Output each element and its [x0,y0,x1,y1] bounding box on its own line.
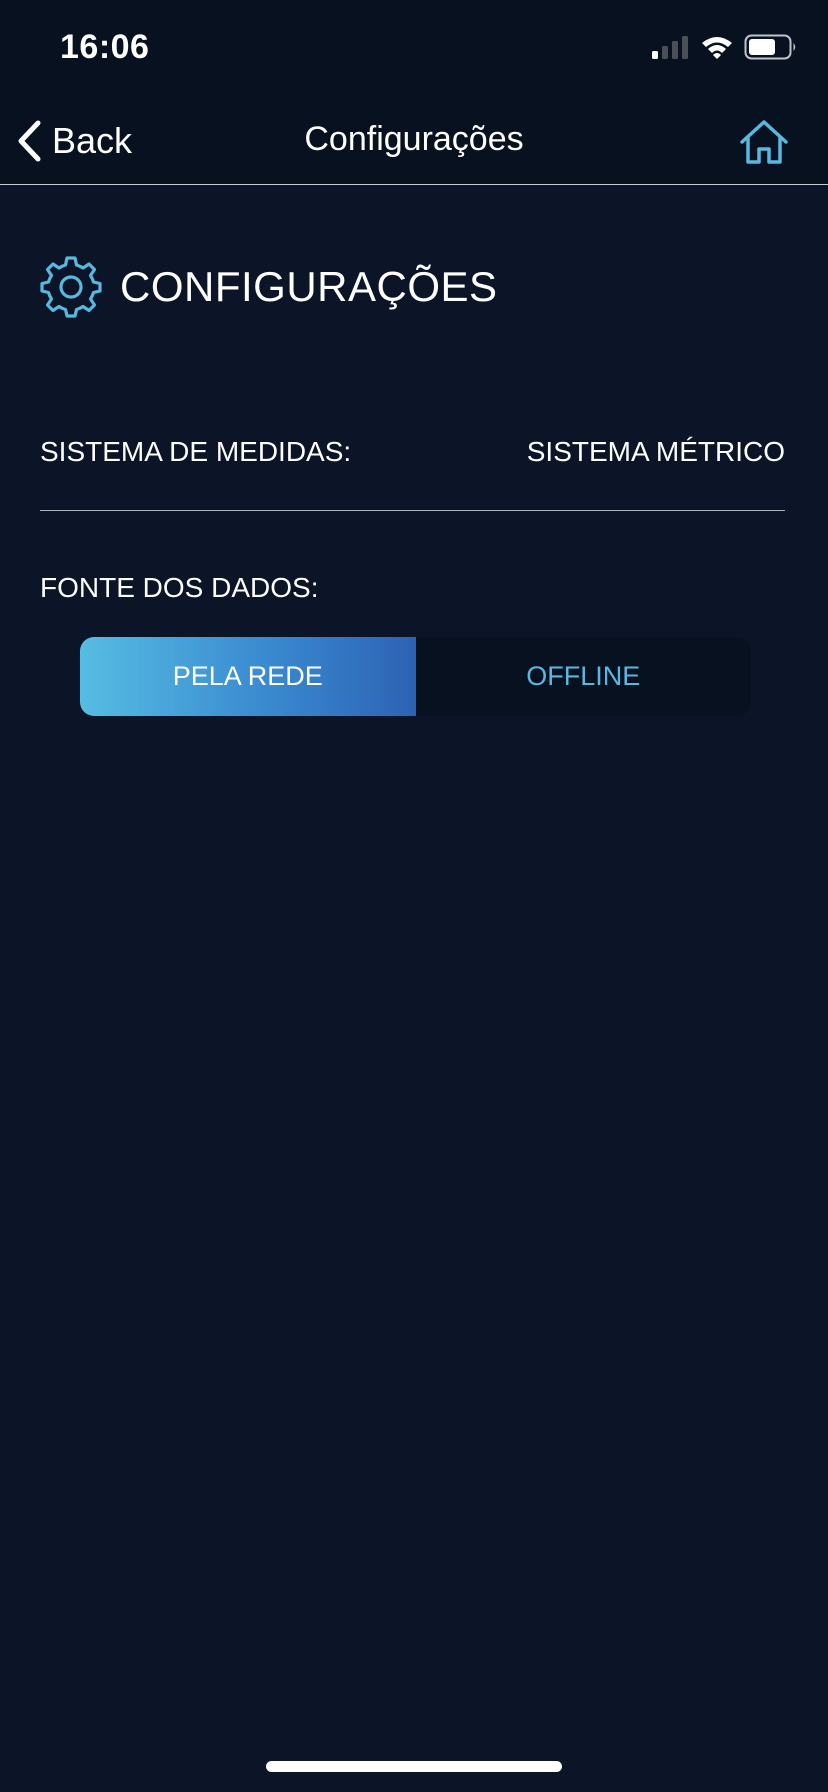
online-source-option[interactable]: PELA REDE [80,637,416,716]
measurement-system-value[interactable]: SISTEMA MÉTRICO [527,436,785,468]
status-bar: 16:06 [0,0,828,100]
home-icon [740,120,788,164]
measurement-system-label: SISTEMA DE MEDIDAS: [40,436,352,467]
measurement-system-row[interactable]: SISTEMA DE MEDIDAS: SISTEMA MÉTRICO [40,428,785,511]
data-source-segmented-control: PELA REDE OFFLINE [80,637,751,716]
settings-header: CONFIGURAÇÕES [40,256,498,318]
status-icons [650,34,798,60]
data-source-label: FONTE DOS DADOS: [40,572,319,603]
status-time: 16:06 [60,28,150,66]
navigation-bar: Back Configurações [0,100,828,185]
section-title: CONFIGURAÇÕES [120,263,498,310]
wifi-icon [702,37,732,59]
battery-icon [744,34,796,60]
home-button[interactable] [738,118,790,166]
home-indicator [266,1761,562,1772]
offline-source-option[interactable]: OFFLINE [416,637,752,716]
page-title: Configurações [304,120,524,158]
cellular-signal-icon [652,36,688,59]
gear-icon [40,256,102,318]
